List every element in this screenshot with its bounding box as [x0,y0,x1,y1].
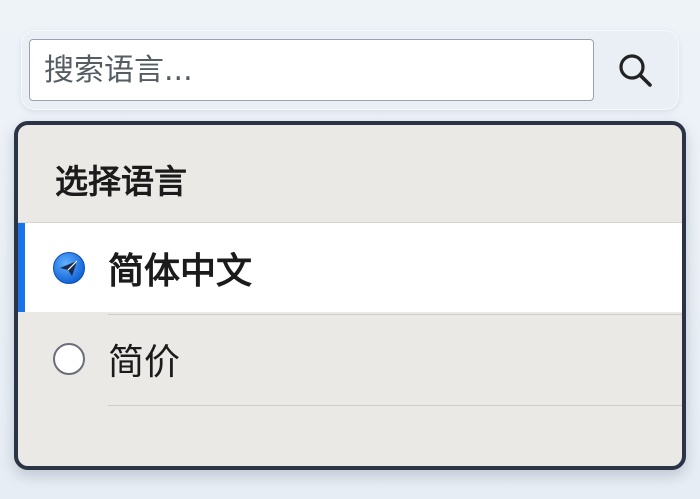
panel-title: 选择语言 [55,162,187,201]
search-bar [21,30,679,110]
search-icon [619,54,652,87]
language-option-label: 简体中文 [108,250,253,292]
radio-selected-icon[interactable] [52,251,86,285]
language-option-simplified-chinese[interactable]: 简体中文 [18,222,682,312]
language-option-label: 简价 [108,342,181,383]
search-input[interactable] [29,39,594,101]
language-option-simplified-price[interactable]: 简价 [18,314,682,404]
search-button[interactable] [598,39,672,101]
language-panel: 选择语言 简体中文 简价 [14,121,686,470]
radio-unselected-icon[interactable] [52,342,86,376]
divider [108,405,682,406]
selected-indicator [18,223,25,312]
